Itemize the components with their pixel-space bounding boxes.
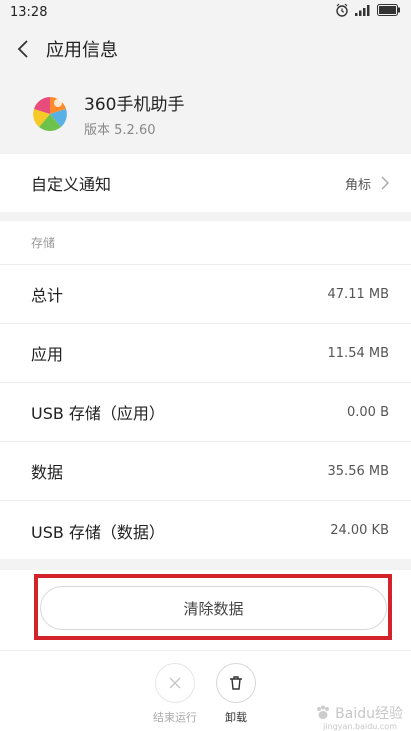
storage-row-app: 应用 11.54 MB [0,324,411,383]
trash-icon [230,676,242,690]
row-value: 11.54 MB [327,345,389,361]
alarm-icon [335,3,349,21]
notification-label: 自定义通知 [31,175,112,194]
stop-label: 结束运行 [153,711,197,724]
row-label: 总计 [31,286,64,305]
uninstall-button[interactable] [216,663,256,703]
row-value: 35.56 MB [327,463,389,479]
storage-row-total: 总计 47.11 MB [0,265,411,324]
row-label: 应用 [31,345,64,364]
status-icons [335,3,401,21]
back-button[interactable] [0,24,46,74]
bottom-action-bar: 结束运行 卸载 Baidu经验 jingyan.baidu.com [0,650,411,731]
watermark-text: Baidu经验 [335,706,403,722]
storage-card: 存储 总计 47.11 MB 应用 11.54 MB USB 存储（应用） 0.… [0,221,411,559]
row-value: 47.11 MB [327,286,389,302]
app-version: 版本 5.2.60 [84,123,156,138]
storage-row-usb-data: USB 存储（数据） 24.00 KB [0,501,411,560]
uninstall-action[interactable]: 卸载 [206,663,266,725]
notification-row[interactable]: 自定义通知 角标 [0,154,411,212]
row-label: USB 存储（数据） [31,522,165,542]
battery-icon [377,4,401,20]
storage-row-usb-app: USB 存储（应用） 0.00 B [0,383,411,442]
paw-icon [317,705,330,719]
row-value: 0.00 B [347,404,389,420]
app-icon [30,94,70,134]
stop-button[interactable] [155,663,195,703]
app-info: 360手机助手 版本 5.2.60 [0,74,411,154]
app-bar: 应用信息 [0,24,411,74]
notification-card: 自定义通知 角标 [0,154,411,212]
chevron-right-icon [381,176,389,190]
stop-action[interactable]: 结束运行 [145,663,205,725]
row-label: USB 存储（应用） [31,404,165,423]
page-title: 应用信息 [46,40,118,61]
storage-row-data: 数据 35.56 MB [0,442,411,501]
storage-section-title: 存储 [0,221,411,265]
close-icon [169,677,181,689]
highlight-box [34,574,392,640]
row-value: 24.00 KB [330,523,389,538]
app-name: 360手机助手 [84,95,185,115]
notification-value-wrap: 角标 [345,174,389,193]
watermark: Baidu经验 [314,703,403,723]
chevron-left-icon [17,40,28,58]
status-bar: 13:28 [0,0,411,24]
status-time: 13:28 [10,4,48,20]
row-label: 数据 [31,463,64,482]
app-text: 360手机助手 版本 5.2.60 [84,90,184,138]
notification-value: 角标 [344,177,371,193]
signal-icon [355,4,371,20]
uninstall-label: 卸载 [225,711,247,724]
